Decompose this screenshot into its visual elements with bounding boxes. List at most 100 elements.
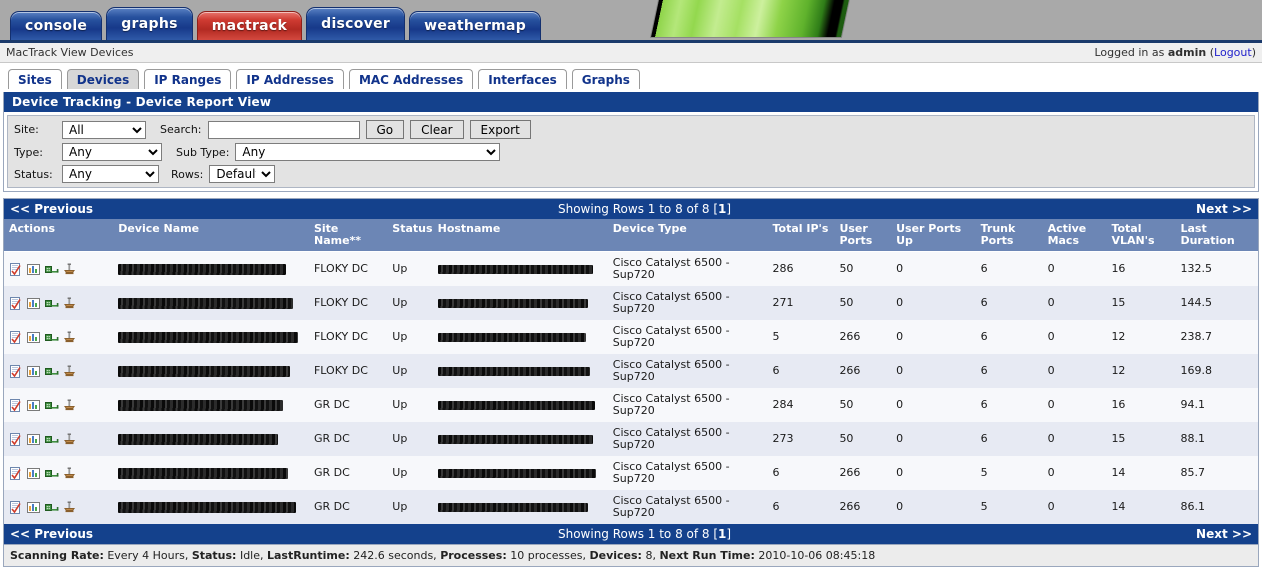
previous-link-bottom[interactable]: << Previous [10,527,93,541]
tab-ip-ranges[interactable]: IP Ranges [144,69,232,89]
run-discovery-icon[interactable] [63,263,76,276]
device-name-cell[interactable] [113,251,309,286]
view-graphs-icon[interactable] [27,297,40,310]
device-name-cell[interactable] [113,490,309,524]
go-button[interactable]: Go [365,120,405,139]
view-graphs-icon[interactable] [27,433,40,446]
next-link-top[interactable]: Next >> [1196,202,1252,216]
table-row[interactable]: GR DC Up Cisco Catalyst 6500 - Sup720 6 266 0… [4,456,1258,490]
device-name-cell[interactable] [113,320,309,354]
edit-device-icon[interactable] [9,500,22,514]
hostname-cell[interactable] [432,320,608,354]
table-row[interactable]: GR DC Up Cisco Catalyst 6500 - Sup720 284 50… [4,388,1258,422]
site-select[interactable]: All [62,120,146,139]
tab-graphs[interactable]: Graphs [571,69,640,89]
hostname-cell[interactable] [432,422,608,456]
status-select[interactable]: Any [62,165,159,183]
view-ports-icon[interactable] [45,365,59,378]
col-status[interactable]: Status [387,219,433,252]
run-discovery-icon[interactable] [63,331,76,344]
col-user-ports[interactable]: User Ports [834,219,892,252]
col-device-name[interactable]: Device Name [113,219,309,252]
hostname-cell[interactable] [432,456,608,490]
status-label: Status: [191,549,237,562]
main-tab-console[interactable]: console [10,11,103,40]
site-name-cell: GR DC [308,456,388,490]
hostname-cell[interactable] [432,354,608,388]
view-graphs-icon[interactable] [27,399,40,412]
subtype-select[interactable]: Any [235,143,501,161]
main-tab-graphs[interactable]: graphs [106,7,193,40]
view-ports-icon[interactable] [45,501,59,514]
rows-select[interactable]: Default [209,165,276,183]
view-graphs-icon[interactable] [27,365,40,378]
table-row[interactable]: FLOKY DC Up Cisco Catalyst 6500 - Sup720 6 2… [4,354,1258,388]
main-tab-discover[interactable]: discover [306,7,406,40]
previous-link-top[interactable]: << Previous [10,202,93,216]
view-ports-icon[interactable] [45,467,59,480]
user-ports-cell: 266 [834,354,892,388]
device-name-cell[interactable] [113,388,309,422]
run-discovery-icon[interactable] [63,365,76,378]
view-graphs-icon[interactable] [27,263,40,276]
device-name-cell[interactable] [113,286,309,320]
device-name-cell[interactable] [113,354,309,388]
table-row[interactable]: FLOKY DC Up Cisco Catalyst 6500 - Sup720 27… [4,286,1258,320]
tab-sites[interactable]: Sites [8,69,62,89]
logout-link[interactable]: Logout [1214,46,1252,59]
run-discovery-icon[interactable] [63,501,76,514]
next-link-bottom[interactable]: Next >> [1196,527,1252,541]
edit-device-icon[interactable] [9,262,22,276]
col-last-duration[interactable]: Last Duration [1175,219,1258,252]
col-total-vlans[interactable]: Total VLAN's [1106,219,1176,252]
hostname-cell[interactable] [432,251,608,286]
type-select[interactable]: Any [62,143,162,161]
table-row[interactable]: GR DC Up Cisco Catalyst 6500 - Sup720 273 50… [4,422,1258,456]
hostname-cell[interactable] [432,490,608,524]
run-discovery-icon[interactable] [63,433,76,446]
col-user-ports-up[interactable]: User Ports Up [891,219,976,252]
run-discovery-icon[interactable] [63,399,76,412]
col-site-name[interactable]: Site Name** [308,219,388,252]
edit-device-icon[interactable] [9,364,22,378]
tab-interfaces[interactable]: Interfaces [478,69,567,89]
view-ports-icon[interactable] [45,399,59,412]
edit-device-icon[interactable] [9,398,22,412]
view-ports-icon[interactable] [45,433,59,446]
site-name-cell: GR DC [308,422,388,456]
col-device-type[interactable]: Device Type [607,219,768,252]
export-button[interactable]: Export [469,120,531,139]
col-trunk-ports[interactable]: Trunk Ports [975,219,1043,252]
edit-device-icon[interactable] [9,296,22,310]
device-name-cell[interactable] [113,456,309,490]
view-graphs-icon[interactable] [27,467,40,480]
view-ports-icon[interactable] [45,331,59,344]
tab-ip-addresses[interactable]: IP Addresses [236,69,344,89]
view-graphs-icon[interactable] [27,501,40,514]
run-discovery-icon[interactable] [63,467,76,480]
table-row[interactable]: GR DC Up Cisco Catalyst 6500 - Sup720 6 266 0… [4,490,1258,524]
device-type-cell: Cisco Catalyst 6500 - Sup720 [607,320,768,354]
col-hostname[interactable]: Hostname [432,219,608,252]
edit-device-icon[interactable] [9,330,22,344]
view-graphs-icon[interactable] [27,331,40,344]
search-input[interactable] [207,120,360,139]
run-discovery-icon[interactable] [63,297,76,310]
view-ports-icon[interactable] [45,297,59,310]
table-row[interactable]: FLOKY DC Up Cisco Catalyst 6500 - Sup720 5 2… [4,320,1258,354]
edit-device-icon[interactable] [9,466,22,480]
view-ports-icon[interactable] [45,263,59,276]
main-tab-mactrack[interactable]: mactrack [196,11,303,40]
hostname-cell[interactable] [432,286,608,320]
tab-mac-addresses[interactable]: MAC Addresses [348,69,474,89]
edit-device-icon[interactable] [9,432,22,446]
total-vlans-cell: 15 [1106,422,1176,456]
clear-button[interactable]: Clear [410,120,464,139]
device-name-cell[interactable] [113,422,309,456]
tab-devices[interactable]: Devices [66,69,140,89]
hostname-cell[interactable] [432,388,608,422]
col-total-ips[interactable]: Total IP's [767,219,835,252]
col-active-macs[interactable]: Active Macs [1042,219,1107,252]
table-row[interactable]: FLOKY DC Up Cisco Catalyst 6500 - Sup720 28… [4,251,1258,286]
main-tab-weathermap[interactable]: weathermap [409,11,542,40]
